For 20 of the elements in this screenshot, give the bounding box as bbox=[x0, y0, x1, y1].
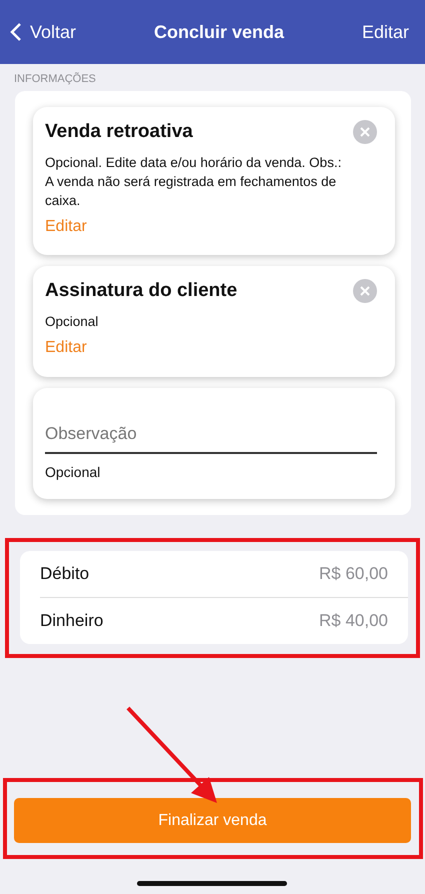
payment-amount: R$ 60,00 bbox=[319, 564, 388, 584]
close-icon[interactable] bbox=[353, 279, 377, 303]
card-title: Assinatura do cliente bbox=[45, 280, 238, 302]
back-button[interactable]: Voltar bbox=[10, 22, 76, 42]
edit-link[interactable]: Editar bbox=[45, 339, 87, 357]
card-title: Venda retroativa bbox=[45, 121, 194, 143]
section-label: INFORMAÇÕES bbox=[14, 73, 97, 85]
card-description: Opcional bbox=[45, 313, 100, 331]
close-icon[interactable] bbox=[353, 120, 377, 144]
finish-button[interactable]: Finalizar venda bbox=[14, 798, 411, 843]
screen-title: Concluir venda bbox=[154, 22, 284, 42]
edit-button[interactable]: Editar bbox=[362, 22, 409, 42]
card-description: Opcional. Edite data e/ou horário da venda. Obs.: A venda não será registrada em fechamentos de caixa. bbox=[45, 154, 342, 210]
edit-link[interactable]: Editar bbox=[45, 218, 87, 236]
field-hint: Opcional bbox=[45, 464, 102, 480]
chevron-left-icon bbox=[10, 22, 22, 42]
payment-method: Dinheiro bbox=[40, 611, 104, 631]
payment-amount: R$ 40,00 bbox=[319, 611, 388, 631]
note-field[interactable]: Observação bbox=[45, 402, 377, 454]
payment-method: Débito bbox=[40, 564, 90, 584]
